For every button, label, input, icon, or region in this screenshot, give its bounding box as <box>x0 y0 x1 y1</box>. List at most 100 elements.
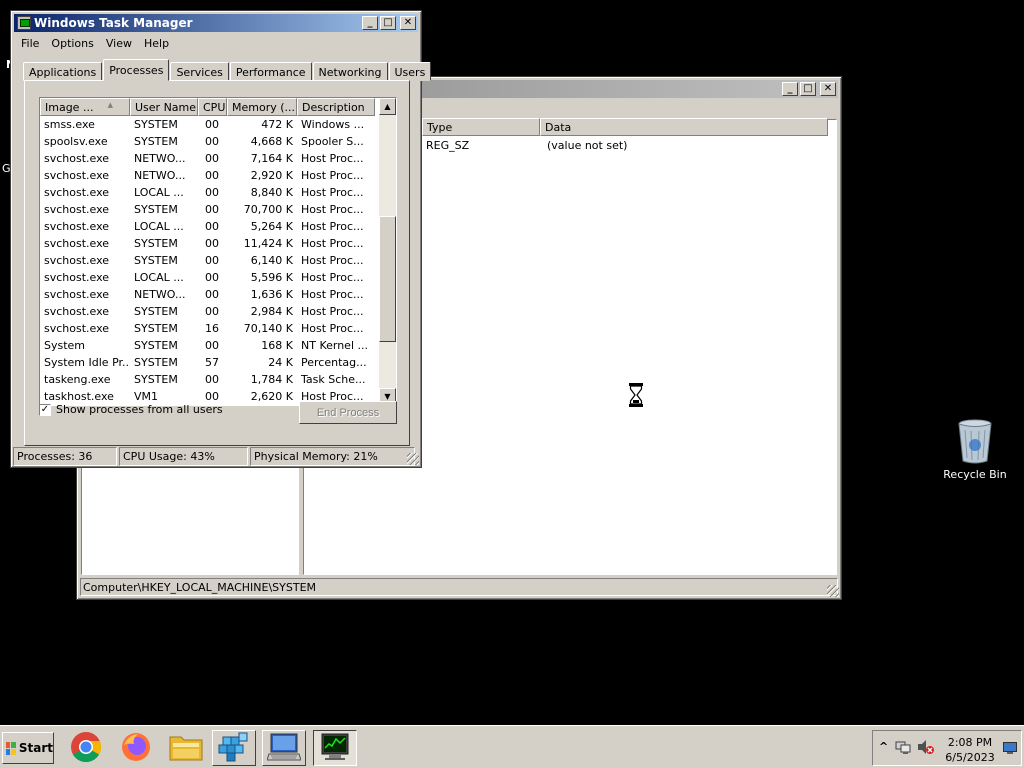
table-row[interactable]: svchost.exe NETWO... 00 2,920 K Host Proc... <box>40 167 381 184</box>
show-desktop-icon[interactable] <box>1003 741 1017 758</box>
process-image-name: svchost.exe <box>44 322 110 335</box>
process-image-name: smss.exe <box>44 118 95 131</box>
tab-performance[interactable]: Performance <box>229 62 312 81</box>
process-user-name: SYSTEM <box>134 254 178 267</box>
process-user-name: SYSTEM <box>134 237 178 250</box>
taskbar-task-manager[interactable] <box>313 730 357 766</box>
registry-minimize-button[interactable]: _ <box>782 82 798 96</box>
taskbar-chrome[interactable] <box>64 730 108 766</box>
table-row[interactable]: svchost.exe SYSTEM 00 2,984 K Host Proc... <box>40 303 381 320</box>
process-list[interactable]: Image ... ▲ User Name CPU Memory (... De… <box>39 97 397 406</box>
status-cpu-usage: CPU Usage: 43% <box>119 447 248 466</box>
process-cpu: 00 <box>205 305 219 318</box>
process-user-name: SYSTEM <box>134 322 178 335</box>
process-description: Host Proc... <box>301 152 364 165</box>
column-header-memory[interactable]: Memory (... <box>227 98 297 116</box>
process-description: Host Proc... <box>301 169 364 182</box>
recycle-bin-desktop-icon[interactable]: Recycle Bin <box>942 418 1008 481</box>
process-memory: 1,784 K <box>250 373 293 386</box>
process-cpu: 00 <box>205 390 219 403</box>
process-memory: 2,920 K <box>250 169 293 182</box>
minimize-button[interactable]: _ <box>362 16 378 30</box>
process-user-name: SYSTEM <box>134 118 178 131</box>
table-row[interactable]: System Idle Pr... SYSTEM 57 24 K Percentag..… <box>40 354 381 371</box>
file-explorer-icon <box>169 732 203 765</box>
table-row[interactable]: taskeng.exe SYSTEM 00 1,784 K Task Sche... <box>40 371 381 388</box>
task-manager-window[interactable]: Windows Task Manager _ □ ✕ File Options … <box>10 10 432 468</box>
process-user-name: LOCAL ... <box>134 186 184 199</box>
table-row[interactable]: svchost.exe SYSTEM 16 70,140 K Host Proc... <box>40 320 381 337</box>
close-button[interactable]: ✕ <box>400 16 416 30</box>
process-cpu: 00 <box>205 152 219 165</box>
tab-processes[interactable]: Processes <box>103 59 170 81</box>
table-row[interactable]: svchost.exe LOCAL ... 00 5,264 K Host Proc..… <box>40 218 381 235</box>
menu-file[interactable]: File <box>15 37 45 50</box>
table-row[interactable]: svchost.exe LOCAL ... 00 8,840 K Host Proc..… <box>40 184 381 201</box>
show-hidden-icons-chevron-icon[interactable]: ^ <box>879 740 888 753</box>
clock-time: 2:08 PM <box>947 736 993 749</box>
tab-networking[interactable]: Networking <box>312 62 388 81</box>
scroll-up-arrow-icon[interactable]: ▲ <box>379 98 396 115</box>
scrollbar-thumb[interactable] <box>379 216 396 342</box>
table-row[interactable]: svchost.exe SYSTEM 00 70,700 K Host Proc... <box>40 201 381 218</box>
maximize-button[interactable]: □ <box>380 16 396 30</box>
process-description: NT Kernel ... <box>301 339 368 352</box>
menu-help[interactable]: Help <box>138 37 175 50</box>
taskbar-firefox[interactable] <box>114 730 158 766</box>
registry-value-data: (value not set) <box>547 139 628 152</box>
volume-muted-icon[interactable] <box>917 739 935 758</box>
show-all-users-option[interactable]: ✓ Show processes from all users <box>39 403 223 416</box>
show-all-users-checkbox[interactable]: ✓ <box>39 403 51 416</box>
registry-close-button[interactable]: ✕ <box>820 82 836 96</box>
column-header-label: Image ... <box>45 101 94 114</box>
network-icon[interactable] <box>895 739 911 758</box>
table-row[interactable]: svchost.exe SYSTEM 00 11,424 K Host Proc... <box>40 235 381 252</box>
taskbar-remote-desktop[interactable] <box>262 730 306 766</box>
task-manager-titlebar[interactable]: Windows Task Manager _ □ ✕ <box>14 14 418 32</box>
process-image-name: taskeng.exe <box>44 373 111 386</box>
menu-view[interactable]: View <box>100 37 138 50</box>
process-image-name: taskhost.exe <box>44 390 114 403</box>
process-memory: 4,668 K <box>250 135 293 148</box>
show-all-users-label: Show processes from all users <box>56 403 223 416</box>
process-list-scrollbar[interactable]: ▲ ▼ <box>379 98 396 405</box>
table-row[interactable]: System SYSTEM 00 168 K NT Kernel ... <box>40 337 381 354</box>
resize-grip[interactable] <box>407 453 419 465</box>
menu-options[interactable]: Options <box>45 37 99 50</box>
process-description: Host Proc... <box>301 220 364 233</box>
column-header-image-name[interactable]: Image ... ▲ <box>40 98 130 116</box>
registry-editor-icon <box>217 731 251 766</box>
registry-value-row[interactable]: REG_SZ (value not set) <box>426 139 627 152</box>
process-memory: 6,140 K <box>250 254 293 267</box>
tab-users[interactable]: Users <box>388 62 432 81</box>
column-header-cpu[interactable]: CPU <box>198 98 227 116</box>
process-user-name: LOCAL ... <box>134 271 184 284</box>
process-memory: 24 K <box>268 356 293 369</box>
remote-desktop-icon <box>266 732 302 765</box>
start-button[interactable]: Start <box>2 732 54 764</box>
process-image-name: svchost.exe <box>44 220 110 233</box>
registry-maximize-button[interactable]: □ <box>800 82 816 96</box>
column-header-description[interactable]: Description <box>297 98 375 116</box>
end-process-button[interactable]: End Process <box>299 401 397 424</box>
column-header-data[interactable]: Data <box>540 118 828 136</box>
resize-grip[interactable] <box>827 585 839 597</box>
table-row[interactable]: smss.exe SYSTEM 00 472 K Windows ... <box>40 116 381 133</box>
taskbar-registry-editor[interactable] <box>212 730 256 766</box>
table-row[interactable]: svchost.exe LOCAL ... 00 5,596 K Host Proc..… <box>40 269 381 286</box>
tab-services[interactable]: Services <box>170 62 229 81</box>
taskbar-file-explorer[interactable] <box>164 730 208 766</box>
column-header-type[interactable]: Type <box>422 118 540 136</box>
column-header-user-name[interactable]: User Name <box>130 98 198 116</box>
table-row[interactable]: svchost.exe NETWO... 00 7,164 K Host Proc... <box>40 150 381 167</box>
process-image-name: svchost.exe <box>44 254 110 267</box>
table-row[interactable]: spoolsv.exe SYSTEM 00 4,668 K Spooler S... <box>40 133 381 150</box>
table-row[interactable]: svchost.exe NETWO... 00 1,636 K Host Proc... <box>40 286 381 303</box>
system-clock[interactable]: 2:08 PM 6/5/2023 <box>941 735 999 765</box>
table-row[interactable]: svchost.exe SYSTEM 00 6,140 K Host Proc... <box>40 252 381 269</box>
process-image-name: System <box>44 339 86 352</box>
process-cpu: 00 <box>205 135 219 148</box>
tab-applications[interactable]: Applications <box>23 62 103 81</box>
process-image-name: svchost.exe <box>44 203 110 216</box>
process-user-name: SYSTEM <box>134 135 178 148</box>
